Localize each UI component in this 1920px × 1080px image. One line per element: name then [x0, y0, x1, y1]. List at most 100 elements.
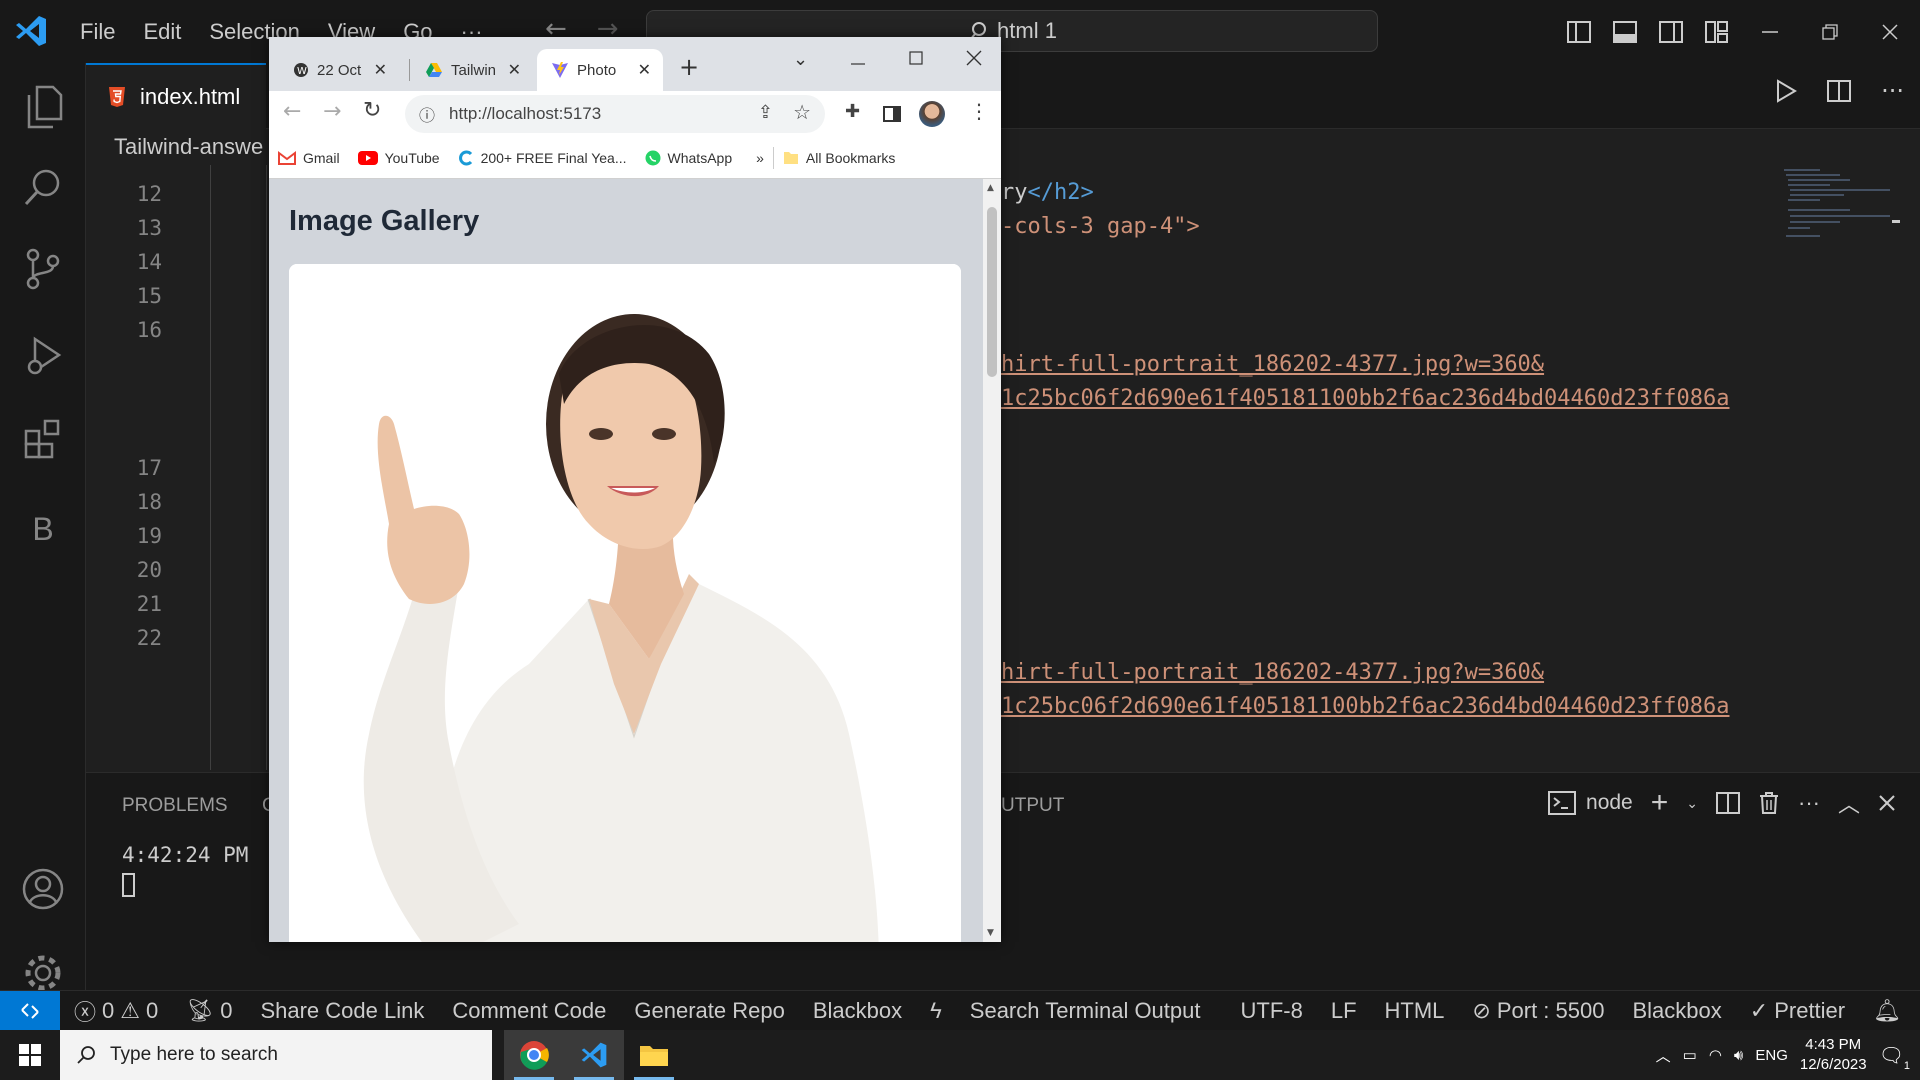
encoding-status[interactable]: UTF-8	[1227, 998, 1317, 1024]
split-terminal-icon[interactable]	[1716, 791, 1740, 815]
tab-index-html[interactable]: index.html	[86, 63, 266, 129]
bookmark-star-icon[interactable]: ☆	[793, 100, 811, 125]
taskbar-search[interactable]: Type here to search	[60, 1030, 492, 1080]
menu-edit[interactable]: Edit	[129, 19, 195, 45]
terminal-selector[interactable]: node	[1548, 791, 1633, 815]
vscode-taskbar-icon[interactable]	[564, 1030, 624, 1080]
clock[interactable]: 4:43 PM 12/6/2023	[1800, 1035, 1867, 1075]
reload-icon[interactable]: ↻	[363, 98, 381, 123]
bookmark-whatsapp[interactable]: WhatsApp	[636, 150, 742, 166]
run-icon[interactable]	[1775, 79, 1798, 103]
blackbox-status[interactable]: Blackbox	[799, 998, 916, 1024]
code-line[interactable]: ry</h2>	[1001, 180, 1094, 205]
problems-status[interactable]: ⓧ 0 ⚠ 0	[60, 995, 172, 1027]
customize-layout-icon[interactable]	[1694, 0, 1740, 63]
language-status[interactable]: HTML	[1371, 998, 1459, 1024]
minimize-icon[interactable]	[1740, 0, 1800, 63]
ports-status[interactable]: 📡︎ 0	[172, 998, 246, 1024]
share-code-link[interactable]: Share Code Link	[246, 998, 438, 1024]
code-line[interactable]: hirt-full-portrait_186202-4377.jpg?w=360…	[1001, 352, 1544, 377]
share-icon[interactable]: ⇪	[758, 102, 773, 123]
address-bar[interactable]: ⓘ http://localhost:5173 ⇪ ☆	[405, 95, 825, 133]
notifications-bell-icon[interactable]: 🔔︎	[1859, 998, 1915, 1024]
lightning-icon[interactable]: ϟ	[916, 998, 956, 1024]
bookmark-projects[interactable]: 200+ FREE Final Yea...	[449, 150, 636, 166]
live-server-port[interactable]: ⊘ Port : 5500	[1458, 998, 1618, 1024]
toggle-sidebar-icon[interactable]	[1556, 0, 1602, 63]
remote-indicator[interactable]	[0, 990, 60, 1031]
bookmark-youtube[interactable]: YouTube	[349, 150, 449, 166]
close-tab-icon[interactable]: ✕	[374, 60, 387, 80]
generate-repo[interactable]: Generate Repo	[620, 998, 798, 1024]
gallery-photo[interactable]	[289, 264, 961, 942]
blackbox-status-2[interactable]: Blackbox	[1618, 998, 1735, 1024]
breadcrumb[interactable]: Tailwind-answe	[114, 134, 263, 160]
chrome-tab-2[interactable]: Tailwin ✕	[411, 49, 533, 91]
chrome-maximize-icon[interactable]	[909, 51, 923, 65]
search-icon[interactable]	[0, 151, 86, 223]
blackbox-icon[interactable]: B	[0, 493, 86, 565]
all-bookmarks[interactable]: All Bookmarks	[774, 150, 904, 166]
more-icon[interactable]: ···	[1798, 790, 1820, 816]
new-tab-icon[interactable]: +	[679, 53, 699, 81]
scroll-down-icon[interactable]: ▼	[987, 928, 994, 938]
chevron-down-icon[interactable]: ⌄	[1686, 795, 1698, 812]
prettier-status[interactable]: ✓ Prettier	[1736, 998, 1859, 1024]
notification-center-icon[interactable]: 🗨︎ 1	[1879, 1043, 1910, 1072]
tab-output[interactable]: UTPUT	[1001, 795, 1064, 817]
minimap[interactable]	[1780, 166, 1900, 256]
trash-icon[interactable]	[1758, 791, 1780, 815]
page-scrollbar[interactable]: ▲ ▼	[983, 179, 1001, 942]
profile-avatar[interactable]	[919, 101, 945, 127]
tab-search-chevron-icon[interactable]: ⌄	[793, 49, 808, 70]
account-icon[interactable]	[0, 853, 86, 925]
search-terminal-output[interactable]: Search Terminal Output	[956, 998, 1215, 1024]
chrome-close-icon[interactable]	[966, 50, 982, 66]
menu-file[interactable]: File	[66, 19, 129, 45]
extensions-icon[interactable]	[0, 403, 86, 475]
scroll-up-icon[interactable]: ▲	[987, 183, 994, 193]
language-indicator[interactable]: ENG	[1755, 1047, 1788, 1064]
eol-status[interactable]: LF	[1317, 998, 1371, 1024]
file-explorer-taskbar-icon[interactable]	[624, 1030, 684, 1080]
restore-icon[interactable]	[1800, 0, 1860, 63]
code-line[interactable]: -cols-3 gap-4">	[1001, 214, 1200, 239]
tab-problems[interactable]: PROBLEMS	[122, 795, 228, 817]
bookmark-gmail[interactable]: Gmail	[269, 150, 349, 166]
toggle-panel-icon[interactable]	[1602, 0, 1648, 63]
code-line[interactable]: 1c25bc06f2d690e61f405181100bb2f6ac236d4b…	[1001, 694, 1729, 719]
close-tab-icon[interactable]: ✕	[508, 60, 521, 80]
run-debug-icon[interactable]	[0, 319, 86, 391]
wifi-icon[interactable]: ◠	[1709, 1046, 1722, 1064]
chrome-taskbar-icon[interactable]	[504, 1030, 564, 1080]
site-info-icon[interactable]: ⓘ	[419, 102, 435, 126]
browser-back-icon[interactable]: ←	[283, 99, 301, 124]
chrome-tab-3[interactable]: Photo ✕	[537, 49, 663, 91]
split-editor-icon[interactable]	[1827, 79, 1852, 103]
close-panel-icon[interactable]	[1878, 794, 1896, 812]
chrome-menu-icon[interactable]: ⋮	[969, 99, 989, 123]
battery-icon[interactable]: ▭	[1683, 1046, 1697, 1064]
gallery-image-card[interactable]	[289, 264, 961, 942]
chevron-up-icon[interactable]: ︿	[1656, 1045, 1671, 1066]
toggle-secondary-sidebar-icon[interactable]	[1648, 0, 1694, 63]
windows-start-icon[interactable]	[0, 1030, 60, 1080]
speaker-icon[interactable]: 🔊︎	[1734, 1047, 1743, 1064]
source-control-icon[interactable]	[0, 233, 86, 305]
explorer-icon[interactable]	[0, 71, 86, 143]
close-icon[interactable]	[1860, 0, 1920, 63]
more-actions-icon[interactable]: ···	[1881, 77, 1904, 105]
close-tab-icon[interactable]: ✕	[638, 60, 651, 80]
comment-code[interactable]: Comment Code	[438, 998, 620, 1024]
browser-forward-icon[interactable]: →	[323, 99, 341, 124]
code-line[interactable]: hirt-full-portrait_186202-4377.jpg?w=360…	[1001, 660, 1544, 685]
extensions-puzzle-icon[interactable]: ✚	[845, 101, 860, 122]
bookmarks-overflow[interactable]: »	[747, 150, 773, 166]
chrome-minimize-icon[interactable]	[851, 57, 865, 71]
vscode-logo-icon[interactable]	[14, 14, 48, 48]
page-viewport[interactable]: Image Gallery	[269, 179, 983, 942]
scrollbar-thumb[interactable]	[987, 207, 997, 377]
chrome-tab-1[interactable]: W 22 Oct ✕	[279, 49, 399, 91]
new-terminal-icon[interactable]: +	[1651, 786, 1669, 820]
code-line[interactable]: 1c25bc06f2d690e61f405181100bb2f6ac236d4b…	[1001, 386, 1729, 411]
